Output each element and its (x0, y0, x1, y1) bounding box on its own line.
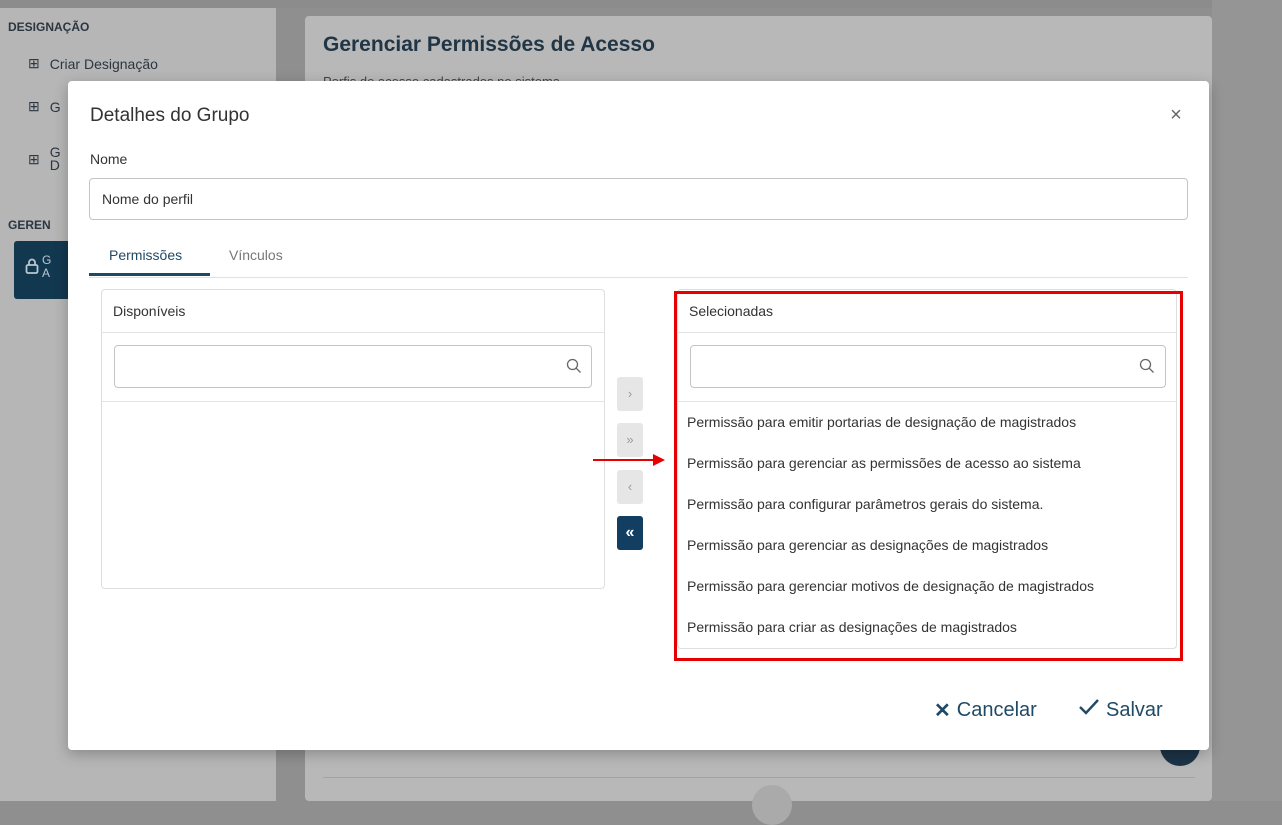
close-icon: ✕ (934, 700, 951, 722)
available-filter (102, 333, 604, 402)
page-title: Gerenciar Permissões de Acesso (323, 33, 655, 56)
sidebar-item-2[interactable]: ⊞ G (28, 98, 61, 115)
tab-permissoes[interactable]: Permissões (109, 247, 182, 263)
close-icon[interactable]: × (1166, 105, 1186, 125)
sidebar-item-label: Criar Designação (49, 55, 158, 72)
top-strip (0, 0, 1282, 8)
lock-icon (25, 258, 39, 279)
move-left-button[interactable]: ‹ (617, 470, 643, 504)
arrow-annotation (593, 454, 665, 466)
name-input[interactable] (89, 178, 1188, 220)
active-tab-indicator (89, 273, 210, 276)
cancel-button[interactable]: ✕ Cancelar (934, 698, 1037, 723)
tab-bar: Permissões Vínculos (89, 241, 1188, 278)
check-icon (1078, 698, 1100, 722)
move-all-left-button[interactable]: « (617, 516, 643, 550)
modal-title: Detalhes do Grupo (90, 105, 250, 126)
divider (323, 777, 1195, 778)
available-filter-input[interactable] (114, 345, 592, 388)
sidebar-section-designacao: DESIGNAÇÃO (8, 20, 90, 34)
available-list (102, 402, 604, 408)
sidebar-item-label: G (49, 98, 61, 115)
background-edge (1212, 0, 1282, 801)
group-details-modal: Detalhes do Grupo × Nome Permissões Vínc… (68, 81, 1209, 750)
cancel-label: Cancelar (956, 699, 1037, 721)
available-panel: Disponíveis (101, 289, 605, 589)
grid-icon: ⊞ (28, 55, 40, 71)
grid-icon: ⊞ (28, 150, 40, 167)
save-button[interactable]: Salvar (1078, 698, 1163, 722)
name-label: Nome (90, 151, 128, 167)
pagination-dot (752, 785, 792, 825)
available-header: Disponíveis (102, 290, 604, 333)
grid-icon: ⊞ (28, 98, 40, 114)
sidebar-item-label: G D (49, 144, 61, 173)
sidebar-section-gerenciamento: GEREN (8, 218, 51, 232)
tab-vinculos[interactable]: Vínculos (229, 247, 283, 263)
sidebar-item-criar-designacao[interactable]: ⊞ Criar Designação (28, 55, 158, 72)
highlight-box (674, 291, 1183, 661)
save-label: Salvar (1106, 698, 1163, 721)
sidebar-active-label: G A (42, 253, 52, 280)
sidebar-item-3[interactable]: ⊞ G D (28, 144, 61, 173)
search-icon (566, 358, 582, 374)
move-right-button[interactable]: › (617, 377, 643, 411)
